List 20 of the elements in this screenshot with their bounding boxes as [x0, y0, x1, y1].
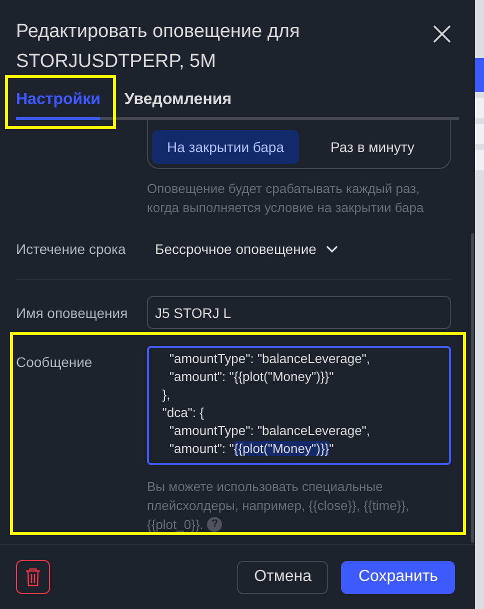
delete-button[interactable]: [16, 560, 50, 594]
hint-text: Вы можете использовать специальные плейсхолдеры, например, {{close}}, {{time}},: [147, 478, 410, 515]
input-field[interactable]: J5 STORJ L: [147, 296, 451, 329]
field-label: Имя оповещения: [16, 304, 129, 320]
expiration-dropdown[interactable]: Бессрочное оповещение: [155, 241, 338, 257]
message-field[interactable]: "amountType": "balanceLeverage", "amount": "{{plot("Money")}}" }, "dca": { "amountType": "balanceLeverage", "amount": "{{plot("Money")}}": [147, 346, 451, 465]
chevron-down-icon: [326, 245, 338, 253]
trash-icon: [25, 567, 41, 587]
field-label: Сообщение: [16, 353, 94, 372]
segment-option[interactable]: На закрытии бара: [152, 130, 299, 164]
scrollbar-thumb[interactable]: [471, 233, 474, 543]
tab[interactable]: Уведомления: [124, 91, 232, 120]
hint-text: Оповещение будет срабатывать каждый раз, когда выполняется условие на закрытии бара: [147, 180, 425, 217]
cancel-button[interactable]: Отмена: [237, 560, 328, 594]
close-icon[interactable]: [431, 23, 453, 45]
dialog-title: Редактировать оповещение для STORJUSDTPERP, 5M: [16, 20, 301, 74]
save-button[interactable]: Сохранить: [341, 560, 455, 594]
hint-text: {{plot_0}}.: [147, 516, 204, 534]
field-label: Истечение срока: [16, 241, 127, 257]
segment-option[interactable]: Раз в минуту: [299, 130, 446, 164]
